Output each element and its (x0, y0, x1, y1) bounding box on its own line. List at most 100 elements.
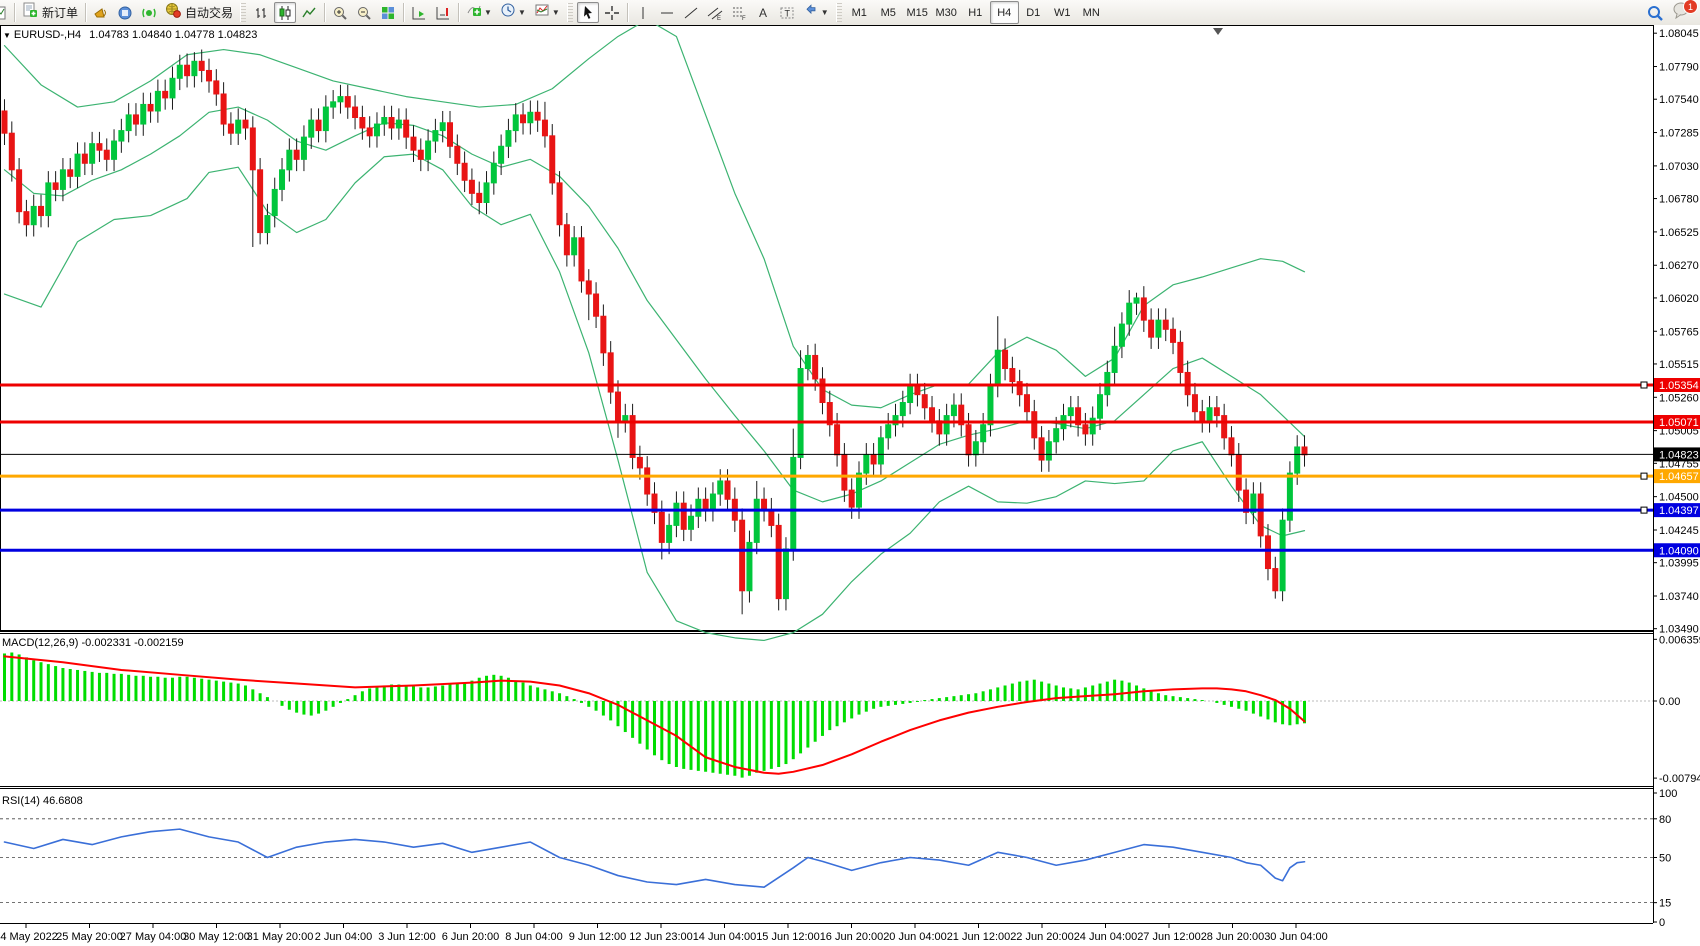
periods-button[interactable]: ▼ (497, 2, 529, 23)
rsi-label: RSI(14) 46.6808 (2, 795, 83, 807)
svg-text:-0.007949: -0.007949 (1659, 773, 1700, 785)
vline-icon[interactable] (632, 2, 654, 23)
svg-text:21 Jun 12:00: 21 Jun 12:00 (947, 931, 1011, 943)
svg-text:9 Jun 12:00: 9 Jun 12:00 (569, 931, 627, 943)
timeframe-M15[interactable]: M15 (903, 1, 932, 24)
indicators-icon (466, 2, 482, 23)
timeframe-W1[interactable]: W1 (1048, 1, 1077, 24)
svg-text:1.05765: 1.05765 (1659, 326, 1699, 338)
line-handle[interactable] (1641, 382, 1647, 388)
svg-text:1.08045: 1.08045 (1659, 28, 1699, 40)
svg-text:1.07790: 1.07790 (1659, 62, 1699, 74)
svg-text:50: 50 (1659, 853, 1671, 865)
shapes-button[interactable]: ▼ (800, 2, 832, 23)
search-icon[interactable] (1643, 2, 1667, 23)
divider (14, 3, 15, 22)
svg-text:0.006359: 0.006359 (1659, 634, 1700, 646)
price-tag: 1.04657 (1654, 469, 1700, 483)
label-icon[interactable]: T (776, 2, 798, 23)
auto-trading-icon (165, 2, 181, 23)
divider (403, 3, 404, 22)
auto-scroll-icon[interactable] (408, 2, 430, 23)
chart-canvas[interactable]: 1.080451.077901.075401.072851.070301.067… (0, 25, 1700, 946)
auto-trading-label: 自动交易 (185, 4, 233, 21)
auto-trading-button[interactable]: 自动交易 (162, 2, 236, 23)
fibonacci-icon[interactable]: F (728, 2, 750, 23)
svg-text:22 Jun 20:00: 22 Jun 20:00 (1010, 931, 1074, 943)
zoom-out-icon[interactable] (353, 2, 375, 23)
chart-shift-marker-icon[interactable] (1213, 28, 1223, 35)
crosshair-icon[interactable] (601, 2, 623, 23)
timeframe-M30[interactable]: M30 (932, 1, 961, 24)
tile-windows-icon[interactable] (377, 2, 399, 23)
symbol-dropdown-icon[interactable]: ▼ (3, 31, 11, 40)
line-handle[interactable] (1641, 507, 1647, 513)
svg-text:27 May 04:00: 27 May 04:00 (120, 931, 187, 943)
candlestick-icon[interactable] (274, 2, 296, 23)
macd-panel: 0.0063590.00-0.007949 (0, 634, 1700, 785)
chat-button[interactable]: 1 (1669, 2, 1693, 23)
macd-label: MACD(12,26,9) -0.002331 -0.002159 (2, 637, 184, 649)
timeframe-H1[interactable]: H1 (961, 1, 990, 24)
bar-chart-icon[interactable] (250, 2, 272, 23)
svg-text:80: 80 (1659, 814, 1671, 826)
svg-text:1.04823: 1.04823 (1659, 449, 1699, 461)
divider (458, 3, 459, 22)
line-chart-icon[interactable] (298, 2, 320, 23)
price-tag: 1.04823 (1654, 447, 1700, 461)
svg-text:1.05071: 1.05071 (1659, 417, 1699, 429)
timeframe-M5[interactable]: M5 (874, 1, 903, 24)
timeframe-H4[interactable]: H4 (990, 1, 1019, 24)
signals-icon[interactable] (138, 2, 160, 23)
svg-text:1.04245: 1.04245 (1659, 525, 1699, 537)
time-axis[interactable]: 24 May 202225 May 20:0027 May 04:0030 Ma… (0, 924, 1328, 943)
price-tag: 1.05071 (1654, 415, 1700, 429)
news-icon[interactable] (114, 2, 136, 23)
timeframe-D1[interactable]: D1 (1019, 1, 1048, 24)
timeframe-M1[interactable]: M1 (845, 1, 874, 24)
chart-window[interactable]: 1.080451.077901.075401.072851.070301.067… (0, 25, 1700, 946)
cursor-icon[interactable] (577, 2, 599, 23)
symbol-period-label: EURUSD-,H4 (14, 29, 81, 41)
new-order-button[interactable]: 新订单 (19, 2, 81, 23)
indicators-button[interactable]: ▼ (463, 2, 495, 23)
svg-text:20 Jun 04:00: 20 Jun 04:00 (883, 931, 947, 943)
line-handle[interactable] (1641, 473, 1647, 479)
market-watch-icon[interactable] (0, 2, 10, 23)
price-axis[interactable]: 1.080451.077901.075401.072851.070301.067… (1653, 28, 1700, 636)
svg-text:16 Jun 20:00: 16 Jun 20:00 (820, 931, 884, 943)
timeframe-MN[interactable]: MN (1077, 1, 1106, 24)
alert-horn-icon[interactable] (90, 2, 112, 23)
svg-text:1.06525: 1.06525 (1659, 227, 1699, 239)
svg-text:2 Jun 04:00: 2 Jun 04:00 (315, 931, 373, 943)
svg-text:1.07540: 1.07540 (1659, 94, 1699, 106)
templates-button[interactable]: ▼ (531, 2, 563, 23)
svg-text:1.06270: 1.06270 (1659, 260, 1699, 272)
svg-text:6 Jun 20:00: 6 Jun 20:00 (442, 931, 500, 943)
svg-text:E: E (717, 16, 721, 21)
svg-text:1.04500: 1.04500 (1659, 492, 1699, 504)
horizontal-line-objects[interactable] (0, 382, 1653, 550)
svg-text:1.03995: 1.03995 (1659, 558, 1699, 570)
hline-icon[interactable] (656, 2, 678, 23)
svg-text:1.05260: 1.05260 (1659, 392, 1699, 404)
channel-icon[interactable]: E (704, 2, 726, 23)
chart-shift-icon[interactable] (432, 2, 454, 23)
zoom-in-icon[interactable] (329, 2, 351, 23)
svg-text:1.07030: 1.07030 (1659, 161, 1699, 173)
divider (85, 3, 86, 22)
svg-text:27 Jun 12:00: 27 Jun 12:00 (1137, 931, 1201, 943)
trendline-icon[interactable] (680, 2, 702, 23)
new-order-label: 新订单 (42, 4, 78, 21)
svg-text:30 May 12:00: 30 May 12:00 (183, 931, 250, 943)
toolbar-grip (567, 3, 573, 22)
text-icon[interactable]: A (752, 2, 774, 23)
svg-text:8 Jun 04:00: 8 Jun 04:00 (505, 931, 563, 943)
notification-badge: 1 (1683, 0, 1698, 14)
divider (627, 3, 628, 22)
svg-text:12 Jun 23:00: 12 Jun 23:00 (629, 931, 693, 943)
svg-text:F: F (742, 16, 746, 21)
svg-text:30 Jun 04:00: 30 Jun 04:00 (1264, 931, 1328, 943)
candles-layer (2, 50, 1307, 615)
shapes-icon (803, 2, 819, 23)
